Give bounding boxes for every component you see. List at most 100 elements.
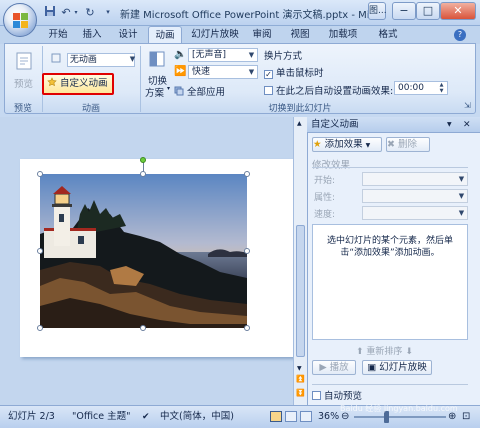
sorter-view-icon[interactable] — [285, 411, 297, 422]
play-button: ▶ 播放 — [312, 360, 356, 375]
previous-slide-icon[interactable]: ⏫ — [296, 375, 305, 383]
apply-all-icon — [174, 86, 184, 96]
chevron-down-icon: ▼ — [129, 55, 136, 63]
customize-quick-access-icon[interactable]: ▾ — [100, 5, 116, 20]
transition-scheme-button[interactable]: 切换 方案 ▾ — [144, 48, 170, 99]
save-icon[interactable] — [42, 5, 58, 20]
fit-window-icon[interactable]: ⊡ — [462, 406, 470, 428]
chevron-down-icon: ▼ — [458, 209, 465, 217]
start-select: ▼ — [362, 172, 468, 186]
sound-icon: 🔈 — [174, 49, 187, 60]
tab-slideshow[interactable]: 幻灯片放映 — [188, 26, 242, 44]
scrollbar-thumb[interactable] — [296, 225, 305, 357]
custom-animation-icon — [47, 77, 57, 87]
resize-handle[interactable] — [37, 248, 43, 254]
transition-group-label: 切换到此幻灯片 — [268, 104, 332, 114]
window-title: 新建 Microsoft Office PowerPoint 演示文稿.pptx… — [120, 10, 380, 21]
redo-icon[interactable]: ↻ — [82, 5, 98, 20]
rotate-handle[interactable] — [140, 157, 146, 163]
tab-view[interactable]: 视图 — [286, 26, 314, 44]
animation-group-label: 动画 — [81, 104, 100, 114]
title-bar: ↶ ▾ ↻ ▾ 新建 Microsoft Office PowerPoint 演… — [0, 0, 480, 26]
speed-label: 速度: — [314, 210, 336, 220]
resize-handle[interactable] — [244, 248, 250, 254]
divider — [312, 167, 468, 168]
lighthouse-image[interactable] — [40, 174, 247, 328]
slideshow-button[interactable]: ▣ 幻灯片放映 — [362, 360, 432, 375]
next-slide-icon[interactable]: ⏬ — [296, 389, 305, 397]
auto-after-checkbox[interactable]: 在此之后自动设置动画效果: — [264, 83, 393, 97]
zoom-level[interactable]: 36% — [318, 406, 339, 428]
animation-list-hint-2: 击“添加效果”添加动画。 — [340, 248, 440, 258]
chevron-down-icon: ▼ — [365, 142, 371, 149]
scroll-down-icon[interactable]: ▼ — [297, 365, 302, 372]
maximize-button[interactable]: □ — [416, 2, 440, 20]
status-bar: 幻灯片 2/3 "Office 主题" ✔ 中文(简体，中国) 36% ⊖ ⊕ … — [0, 404, 480, 428]
dialog-launcher-icon[interactable]: ⇲ — [464, 101, 471, 110]
animation-list[interactable]: 选中幻灯片的某个元素，然后单 击“添加效果”添加动画。 — [312, 224, 468, 340]
checkmark-icon: ✓ — [264, 70, 273, 79]
resize-handle[interactable] — [37, 171, 43, 177]
preview-button[interactable]: 预览 — [8, 48, 38, 94]
resize-handle[interactable] — [244, 171, 250, 177]
tab-animations[interactable]: 动画 — [148, 26, 182, 44]
resize-handle[interactable] — [37, 325, 43, 331]
pane-header: 自定义动画 ▼ ✕ — [307, 117, 480, 133]
chevron-down-icon: ▼ — [458, 192, 465, 200]
play-icon: ▶ — [319, 362, 327, 373]
modify-effect-heading: 修改效果 — [312, 160, 351, 171]
auto-time-input[interactable]: 00:00 ▲ ▼ — [394, 81, 448, 95]
star-icon: ★ — [313, 139, 322, 150]
close-icon[interactable]: ✕ — [463, 117, 471, 133]
property-label: 属性: — [314, 193, 336, 203]
slideshow-icon: ▣ — [367, 362, 377, 373]
language-indicator[interactable]: 中文(简体，中国) — [160, 406, 234, 428]
close-button[interactable]: ✕ — [440, 2, 476, 20]
chevron-down-icon: ▼ — [458, 175, 465, 183]
remove-button: ✖ 删除 — [386, 137, 430, 152]
on-click-checkbox[interactable]: ✓ 单击鼠标时 — [264, 65, 324, 79]
resize-handle[interactable] — [244, 325, 250, 331]
tab-format[interactable]: 格式 — [374, 26, 402, 44]
vertical-scrollbar[interactable]: ▲ ▼ ⏫ ⏬ — [293, 117, 307, 405]
undo-dropdown-icon[interactable]: ▾ — [72, 5, 80, 20]
transition-icon — [149, 51, 165, 67]
down-arrow-icon: ⬇ — [405, 347, 413, 357]
animation-effect-select[interactable]: 无动画 ▼ — [48, 53, 135, 67]
resize-handle[interactable] — [140, 325, 146, 331]
advance-heading: 换片方式 — [264, 51, 303, 62]
apply-all-button[interactable]: 全部应用 — [174, 84, 225, 98]
reading-view-icon[interactable] — [300, 411, 312, 422]
rotate-connector — [143, 162, 144, 172]
property-select: ▼ — [362, 189, 468, 203]
tab-review[interactable]: 审阅 — [248, 26, 276, 44]
window-extra-button[interactable]: 图... — [368, 2, 387, 20]
animation-icon — [51, 53, 61, 63]
speed-select[interactable]: 快速 ▼ — [188, 65, 258, 79]
ribbon-tabs: 开始 插入 设计 动画 幻灯片放映 审阅 视图 加载项 格式 ? — [0, 26, 480, 44]
tab-insert[interactable]: 插入 — [78, 26, 106, 44]
animation-list-hint-1: 选中幻灯片的某个元素，然后单 — [326, 236, 453, 246]
help-icon[interactable]: ? — [454, 29, 466, 41]
spellcheck-icon[interactable]: ✔ — [142, 406, 150, 428]
watermark: Baidu 经验 jingyan.baidu.com — [340, 404, 458, 413]
pane-menu-icon[interactable]: ▼ — [447, 117, 452, 133]
minimize-button[interactable]: − — [392, 2, 416, 20]
tab-design[interactable]: 设计 — [114, 26, 142, 44]
tab-addins[interactable]: 加载项 — [322, 26, 364, 44]
add-effect-button[interactable]: ★ 添加效果 ▼ — [312, 137, 382, 152]
normal-view-icon[interactable] — [270, 411, 282, 422]
speed-icon: ⏩ — [174, 66, 187, 77]
reorder-control: ⬆ 重新排序 ⬇ — [356, 347, 413, 357]
sound-select[interactable]: [无声音] ▼ — [188, 48, 258, 62]
custom-animation-button[interactable]: 自定义动画 — [42, 73, 114, 95]
remove-icon: ✖ — [387, 139, 395, 150]
theme-name[interactable]: "Office 主题" — [72, 406, 131, 428]
start-label: 开始: — [314, 176, 336, 186]
group-divider — [140, 46, 141, 112]
office-button[interactable] — [3, 3, 37, 37]
divider — [312, 384, 468, 385]
scroll-up-icon[interactable]: ▲ — [297, 120, 302, 127]
preview-group-label: 预览 — [13, 104, 32, 114]
tab-home[interactable]: 开始 — [44, 26, 72, 44]
